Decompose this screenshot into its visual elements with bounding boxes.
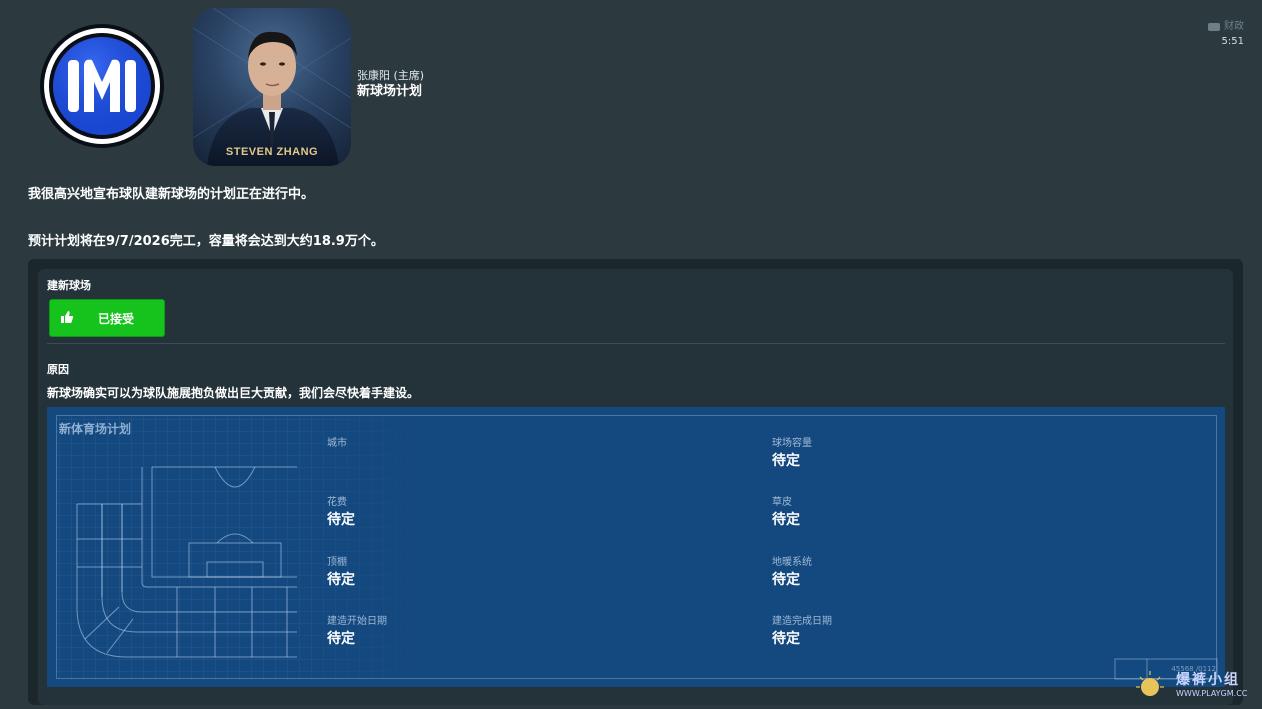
message-subject: 新球场计划 <box>357 84 423 99</box>
field-undersoil-heating-value: 待定 <box>772 572 800 588</box>
category-tag[interactable]: 财政 <box>1208 20 1244 34</box>
sender-name: 张康阳 (主席) <box>357 69 425 82</box>
chairman-photo: STEVEN ZHANG <box>193 8 351 166</box>
message-header: 张康阳 (主席) 新球场计划 <box>357 68 424 101</box>
message-line-2: 预计计划将在9/7/2026完工，容量将会达到大约18.9万个。 <box>28 234 384 249</box>
category-tag-label: 财政 <box>1224 21 1244 32</box>
photo-caption: STEVEN ZHANG <box>225 146 319 158</box>
field-build-end-label: 建造完成日期 <box>772 616 832 627</box>
field-pitch: 草皮 待定 <box>772 496 800 530</box>
message-line-1: 我很高兴地宣布球队建新球场的计划正在进行中。 <box>28 187 315 202</box>
field-undersoil-heating-label: 地暖系统 <box>772 557 812 568</box>
watermark-text: 爆裤小组 <box>1176 672 1240 688</box>
field-capacity-label: 球场容量 <box>772 438 812 449</box>
field-roof-label: 顶棚 <box>327 557 347 568</box>
field-capacity: 球场容量 待定 <box>772 437 812 471</box>
field-build-start-label: 建造开始日期 <box>327 616 387 627</box>
accepted-button[interactable]: 已接受 <box>49 299 165 337</box>
watermark-url: WWW.PLAYGM.CC <box>1176 689 1248 698</box>
reason-title: 原因 <box>47 363 69 376</box>
section-title: 建新球场 <box>47 279 91 292</box>
blueprint-frame <box>56 415 1217 679</box>
watermark: 爆裤小组 WWW.PLAYGM.CC <box>1130 665 1254 705</box>
field-build-end-value: 待定 <box>772 631 800 647</box>
tag-icon <box>1208 23 1220 31</box>
field-city-label: 城市 <box>327 438 347 449</box>
field-pitch-value: 待定 <box>772 512 800 528</box>
field-undersoil-heating: 地暖系统 待定 <box>772 556 812 590</box>
field-cost: 花费 待定 <box>327 496 355 530</box>
stadium-blueprint: 新体育场计划 城市 花费 待定 顶棚 待定 建造开始日期 待定 球场容量 待定 … <box>47 407 1225 687</box>
field-cost-value: 待定 <box>327 512 355 528</box>
accepted-button-label: 已接受 <box>98 311 135 326</box>
blueprint-title: 新体育场计划 <box>59 422 132 436</box>
message-meta: 财政 5:51 <box>1208 20 1244 50</box>
watermark-logo-icon <box>1136 671 1164 696</box>
field-pitch-label: 草皮 <box>772 497 792 508</box>
field-roof: 顶棚 待定 <box>327 556 355 590</box>
field-capacity-value: 待定 <box>772 453 800 469</box>
reason-text: 新球场确实可以为球队施展抱负做出巨大贡献，我们会尽快着手建设。 <box>47 386 420 400</box>
field-cost-label: 花费 <box>327 497 347 508</box>
field-city: 城市 <box>327 437 347 451</box>
field-build-start: 建造开始日期 待定 <box>327 615 387 649</box>
field-build-end: 建造完成日期 待定 <box>772 615 832 649</box>
club-logo <box>38 22 166 150</box>
field-roof-value: 待定 <box>327 572 355 588</box>
message-time: 5:51 <box>1221 36 1244 47</box>
field-build-start-value: 待定 <box>327 631 355 647</box>
thumbs-up-icon <box>60 310 74 327</box>
divider <box>47 343 1225 344</box>
